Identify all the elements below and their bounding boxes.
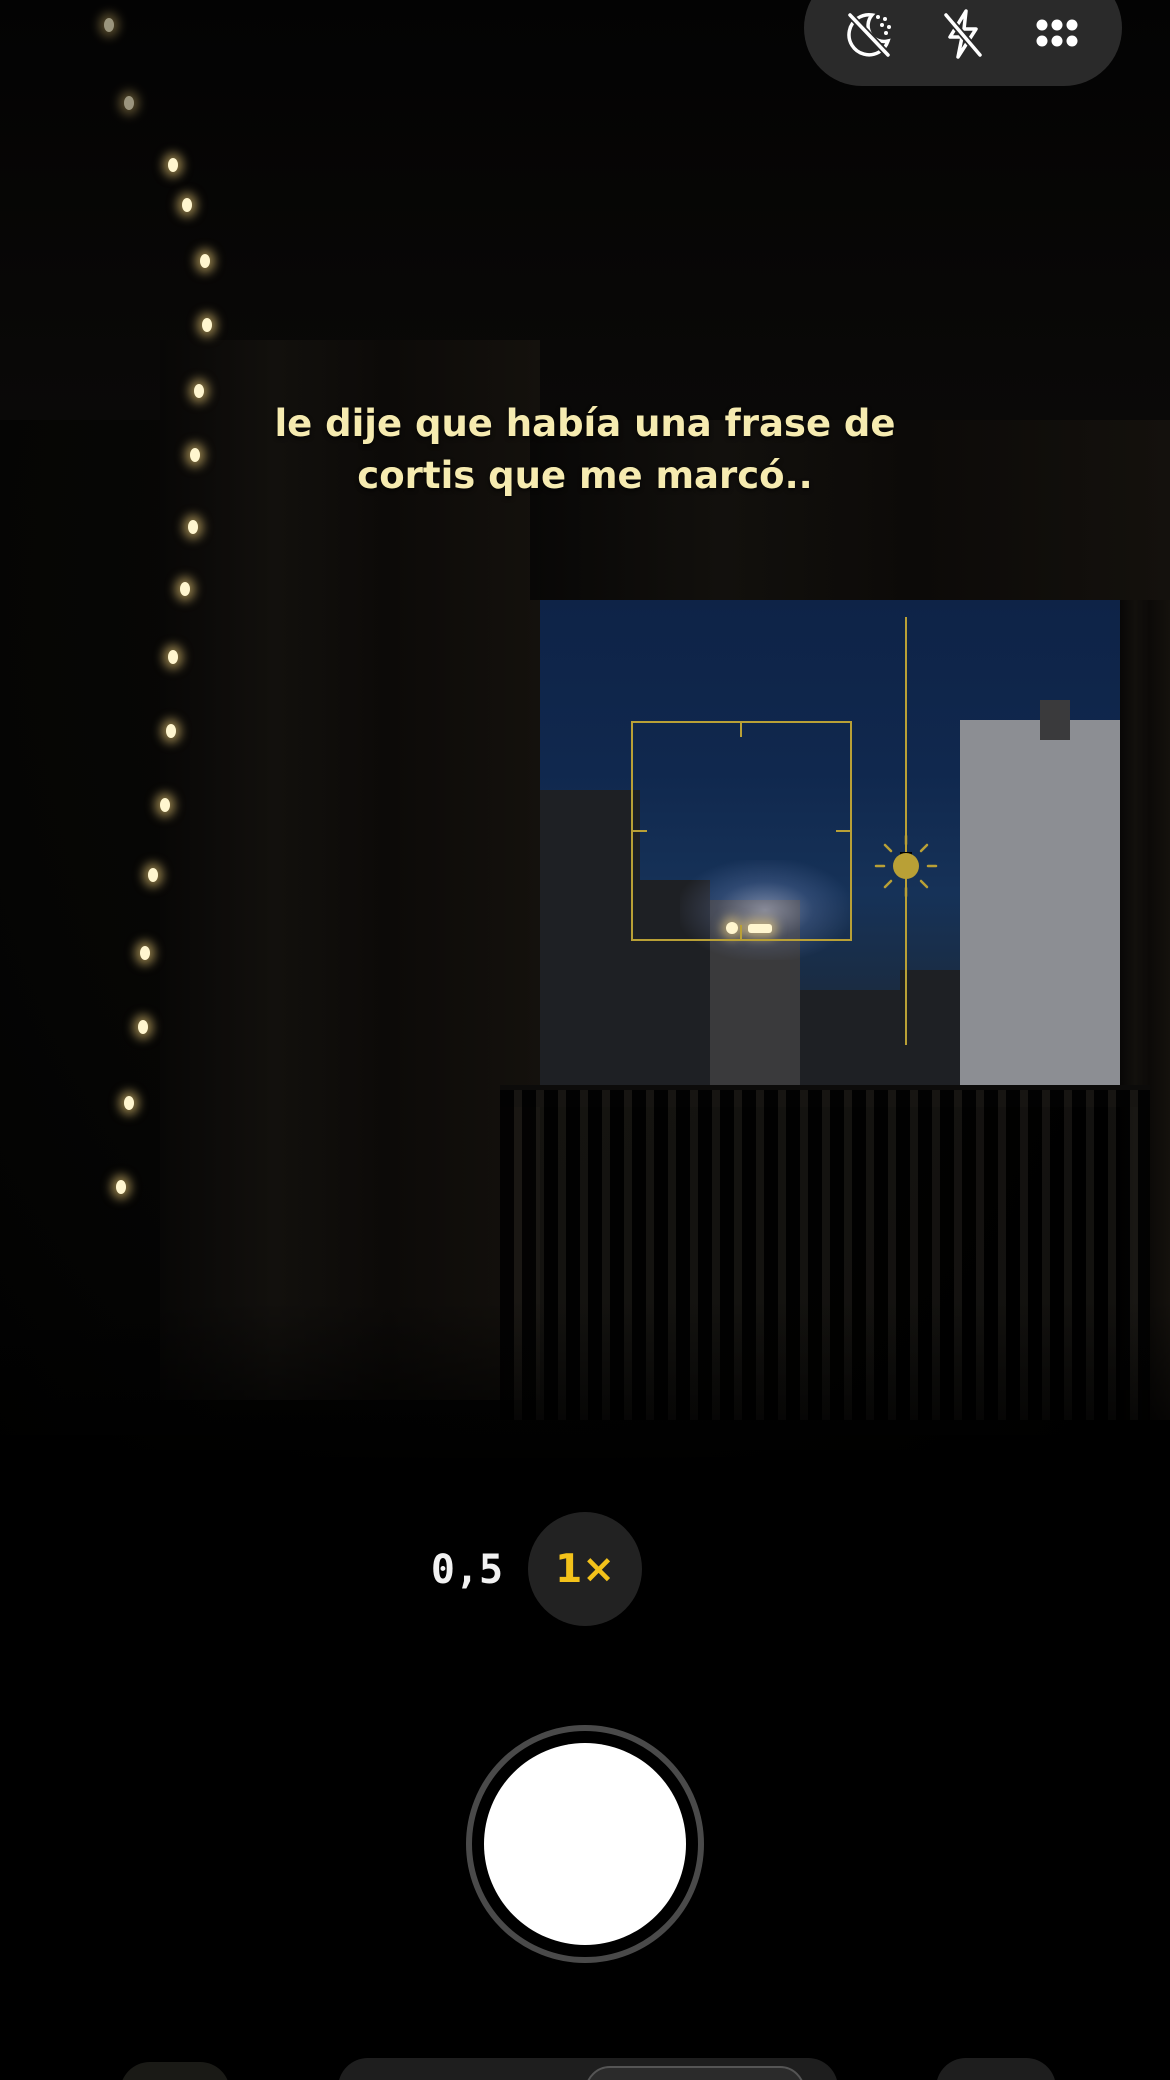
focus-tick-top <box>740 723 742 737</box>
sun-icon[interactable] <box>870 830 942 902</box>
shutter-button[interactable] <box>484 1743 686 1945</box>
building-left <box>540 790 640 1100</box>
camera-screen: le dije que había una frase de cortis qu… <box>0 0 1170 2080</box>
fairy-light <box>200 254 210 268</box>
fairy-light <box>124 1096 134 1110</box>
fairy-light <box>188 520 198 534</box>
caption-line-2: cortis que me marcó.. <box>357 454 813 497</box>
gallery-thumbnail[interactable] <box>120 2062 230 2080</box>
fairy-light <box>124 96 134 110</box>
zoom-1x-button[interactable]: 1× <box>528 1512 642 1626</box>
zoom-0-5-button[interactable]: 0,5 <box>422 1540 512 1600</box>
fairy-light <box>166 724 176 738</box>
focus-frame <box>631 721 852 941</box>
building-right-edge <box>1040 700 1070 740</box>
fairy-light <box>104 18 114 32</box>
building-low-2 <box>900 970 960 1100</box>
flash-off-icon[interactable] <box>935 6 991 62</box>
focus-tick-bottom <box>740 925 742 939</box>
fairy-light <box>182 198 192 212</box>
switch-camera-button[interactable] <box>936 2058 1056 2080</box>
top-controls <box>804 0 1122 86</box>
focus-tick-right <box>836 830 850 832</box>
mode-selector-active[interactable] <box>585 2066 805 2080</box>
focus-tick-left <box>633 830 647 832</box>
fairy-light <box>180 582 190 596</box>
building-right <box>960 720 1130 1100</box>
fairy-light <box>202 318 212 332</box>
fairy-light <box>160 798 170 812</box>
more-options-icon[interactable] <box>1029 6 1085 62</box>
fairy-light <box>116 1180 126 1194</box>
fairy-light <box>148 868 158 882</box>
fairy-light <box>140 946 150 960</box>
zoom-1x-label: 1× <box>555 1546 615 1592</box>
fairy-light <box>138 1020 148 1034</box>
fairy-light <box>168 158 178 172</box>
caption-line-1: le dije que había una frase de <box>274 402 896 445</box>
floor-shadow <box>0 1300 1170 1500</box>
fairy-light <box>194 384 204 398</box>
caption-text: le dije que había una frase de cortis qu… <box>190 398 980 502</box>
night-mode-off-icon[interactable] <box>841 6 897 62</box>
fairy-light <box>168 650 178 664</box>
viewfinder[interactable] <box>0 0 1170 1500</box>
